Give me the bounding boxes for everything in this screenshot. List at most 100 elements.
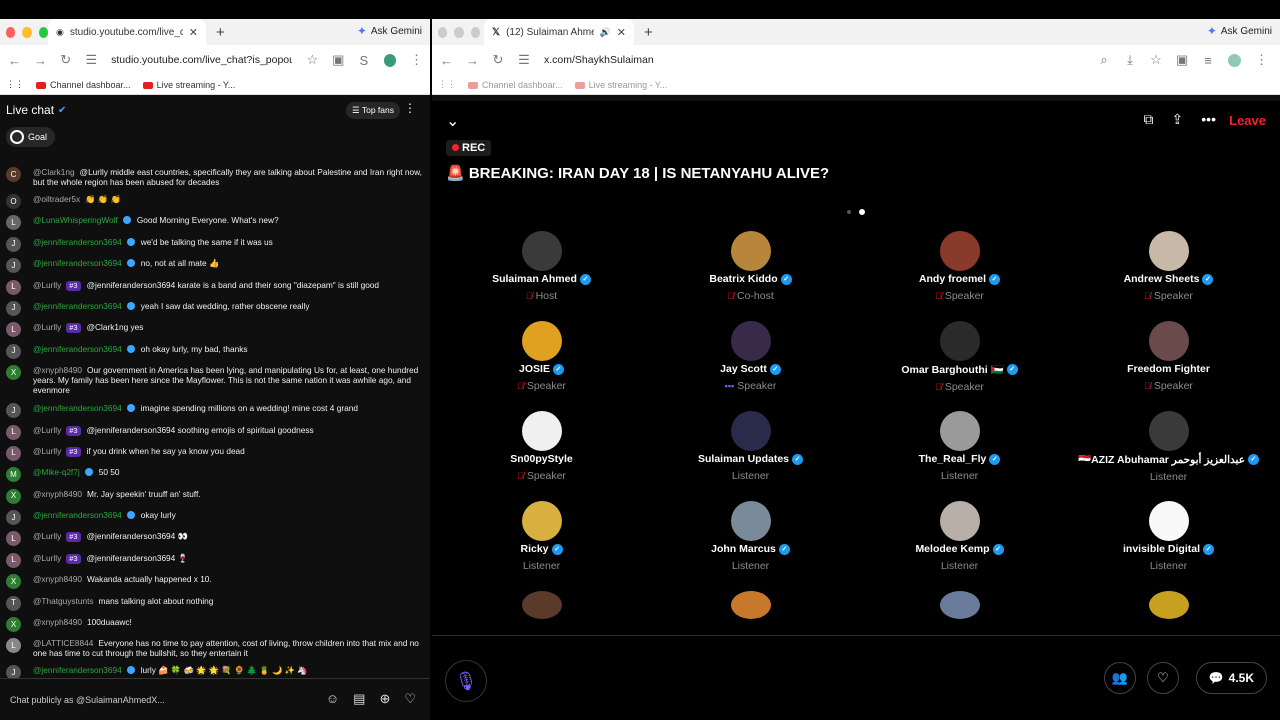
author-name[interactable]: @jenniferanderson3694 (33, 403, 122, 413)
reload-icon[interactable]: ↻ (492, 52, 504, 68)
author-avatar[interactable]: L (6, 424, 21, 440)
participant[interactable]: Sulaiman Ahmed ✓ 🎙̸ Host (437, 231, 646, 321)
close-window-button[interactable] (6, 26, 16, 38)
author-name[interactable]: @oiltrader5x (33, 194, 80, 204)
author-name[interactable]: @xnyph8490 (33, 617, 82, 627)
participant[interactable]: Andy froemel ✓ 🎙̸ Speaker (855, 231, 1064, 321)
minimize-window-button[interactable] (454, 26, 464, 38)
collapse-chevron-icon[interactable]: ⌄ (446, 111, 459, 131)
participant[interactable]: JOSIE ✓ 🎙̸ Speaker (437, 321, 646, 411)
participant[interactable]: The_Real_Fly ✓ Listener (855, 411, 1064, 501)
participant-avatar[interactable] (521, 321, 562, 361)
bookmark-star-icon[interactable]: ☆ (306, 52, 318, 68)
author-name[interactable]: @Lurlly (33, 280, 61, 290)
ask-gemini-button[interactable]: ✦ Ask Gemini (357, 24, 422, 38)
participant-avatar[interactable] (1148, 321, 1189, 361)
minimize-window-button[interactable] (22, 26, 32, 38)
microphone-button[interactable]: 🎙 (445, 660, 487, 702)
participant-avatar[interactable] (939, 591, 980, 619)
minimize-dock-icon[interactable]: ⧉ (1144, 111, 1154, 128)
author-avatar[interactable]: C (6, 167, 21, 182)
bookmark-live-streaming[interactable]: Live streaming - Y... (142, 80, 235, 90)
chat-menu-icon[interactable]: ⋮ (404, 101, 416, 115)
participant[interactable]: Sulaiman Updates ✓ Listener (646, 411, 855, 501)
participant-avatar[interactable] (730, 591, 771, 619)
bookmark-channel-dashboard[interactable]: Channel dashboar... (36, 80, 131, 90)
heart-icon[interactable]: ♡ (404, 691, 416, 707)
author-name[interactable]: @Lurlly (33, 322, 61, 332)
reload-icon[interactable]: ↻ (60, 52, 71, 68)
browser-menu-icon[interactable]: ⋮ (410, 52, 423, 68)
participant-avatar[interactable] (939, 501, 980, 541)
participant-partial[interactable] (646, 591, 855, 621)
author-name[interactable]: @Clark1ng (33, 167, 75, 177)
url-field[interactable]: studio.youtube.com/live_chat?is_popout..… (111, 54, 292, 66)
share-icon[interactable]: ⇪ (1172, 111, 1184, 128)
author-avatar[interactable]: J (6, 300, 21, 316)
author-avatar[interactable]: J (6, 236, 21, 252)
url-field[interactable]: x.com/ShaykhSulaiman (544, 54, 1084, 66)
extension-icon[interactable]: S (358, 53, 369, 68)
add-icon[interactable]: ⊕ (379, 691, 390, 707)
participant[interactable]: Ricky ✓ Listener (437, 501, 646, 591)
apps-grid-icon[interactable]: ⋮⋮ (6, 79, 24, 90)
participant-avatar[interactable] (1148, 501, 1189, 541)
bookmark-star-icon[interactable]: ☆ (1150, 52, 1162, 68)
participant-avatar[interactable] (521, 231, 562, 271)
participant[interactable]: Sn00pyStyle 🎙̸ Speaker (437, 411, 646, 501)
author-name[interactable]: @Lurlly (33, 425, 61, 435)
bookmark-channel-dashboard[interactable]: Channel dashboar... (468, 80, 563, 90)
participant-avatar[interactable] (939, 231, 980, 271)
author-avatar[interactable]: X (6, 574, 21, 590)
participant-partial[interactable] (437, 591, 646, 621)
author-name[interactable]: @jenniferanderson3694 (33, 344, 122, 354)
author-avatar[interactable]: J (6, 258, 21, 274)
tab-x-space[interactable]: 𝕏 (12) Sulaiman Ahmed (@S 🔊 ✕ (484, 19, 634, 45)
new-tab-button[interactable]: + (216, 24, 225, 41)
apps-grid-icon[interactable]: ⋮⋮ (438, 79, 456, 90)
chat-message-list[interactable]: C @Clark1ng @Lurlly middle east countries,… (0, 164, 430, 684)
profile-avatar[interactable] (383, 53, 396, 67)
new-tab-button[interactable]: + (644, 24, 653, 41)
participant[interactable]: Melodee Kemp ✓ Listener (855, 501, 1064, 591)
more-icon[interactable]: ••• (1201, 111, 1216, 128)
back-icon[interactable]: ← (440, 53, 453, 68)
top-fans-dropdown[interactable]: ☰ Top fans (346, 102, 400, 119)
participant[interactable]: Beatrix Kiddo ✓ 🎙̸ Co-host (646, 231, 855, 321)
tab-close-icon[interactable]: ✕ (617, 26, 626, 39)
maximize-window-button[interactable] (38, 26, 48, 38)
screen-share-icon[interactable]: ▣ (332, 52, 344, 68)
participant-avatar[interactable] (521, 501, 562, 541)
audio-icon[interactable]: 🔊 (600, 27, 611, 38)
leave-button[interactable]: Leave (1229, 113, 1266, 128)
extension-icon[interactable]: ≡ (1202, 53, 1214, 68)
participant-avatar[interactable] (521, 591, 562, 619)
maximize-window-button[interactable] (470, 26, 480, 38)
author-name[interactable]: @xnyph8490 (33, 365, 82, 375)
author-name[interactable]: @xnyph8490 (33, 574, 82, 584)
author-avatar[interactable]: L (6, 322, 21, 338)
participant-avatar[interactable] (730, 411, 771, 451)
author-avatar[interactable]: L (6, 638, 21, 654)
author-name[interactable]: @Thatguystunts (33, 596, 94, 606)
forward-icon[interactable]: → (34, 53, 47, 68)
participant-avatar[interactable] (1148, 231, 1189, 271)
participant-partial[interactable] (1064, 591, 1273, 621)
participant[interactable]: 🇪🇬AZIZ Abuhamar عبدالعزيز أبوحمر ✓ Listene… (1064, 411, 1273, 501)
author-name[interactable]: @Lurlly (33, 446, 61, 456)
close-window-button[interactable] (438, 26, 448, 38)
participant-avatar[interactable] (1148, 411, 1189, 451)
participant-avatar[interactable] (939, 321, 980, 361)
participant-avatar[interactable] (939, 411, 980, 451)
author-name[interactable]: @xnyph8490 (33, 489, 82, 499)
people-button[interactable]: 👥 (1104, 662, 1136, 694)
super-chat-icon[interactable]: ▤ (353, 691, 365, 707)
author-avatar[interactable]: X (6, 365, 21, 381)
author-avatar[interactable]: L (6, 215, 21, 231)
author-name[interactable]: @jenniferanderson3694 (33, 510, 122, 520)
zoom-icon[interactable]: ⌕ (1098, 52, 1110, 68)
author-avatar[interactable]: L (6, 552, 21, 568)
author-avatar[interactable]: J (6, 403, 21, 419)
author-avatar[interactable]: O (6, 194, 21, 209)
participant[interactable]: John Marcus ✓ Listener (646, 501, 855, 591)
